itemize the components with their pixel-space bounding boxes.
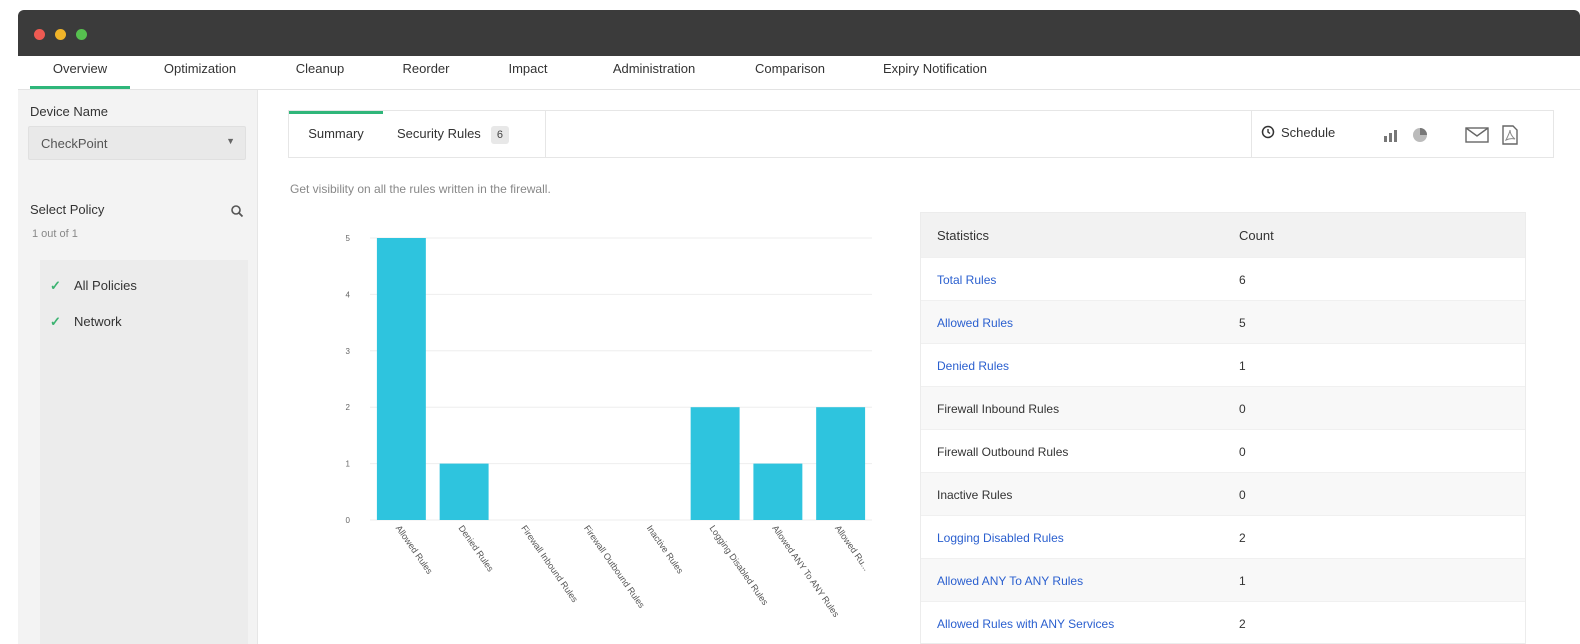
- policy-item-all-policies[interactable]: ✓ All Policies: [50, 278, 137, 298]
- y-tick-label: 4: [346, 290, 351, 299]
- schedule-button[interactable]: Schedule: [1261, 125, 1335, 145]
- statistic-count: 6: [1239, 273, 1246, 287]
- chevron-down-icon: ▼: [226, 136, 235, 146]
- table-row: Allowed Rules with ANY Services 2: [921, 601, 1525, 644]
- device-select-value: CheckPoint: [41, 136, 108, 151]
- maximize-window-button[interactable]: [76, 29, 87, 40]
- table-row: Total Rules 6: [921, 257, 1525, 300]
- rules-bar-chart: 0 1 2 3 4 5 Allowed Rules Denied Rules Firewall …: [346, 234, 872, 619]
- checkmark-icon[interactable]: ✓: [50, 314, 66, 330]
- policy-count: 1 out of 1: [32, 228, 78, 240]
- statistic-link[interactable]: Total Rules: [937, 273, 996, 287]
- statistic-count: 5: [1239, 316, 1246, 330]
- checkmark-icon[interactable]: ✓: [50, 278, 66, 294]
- statistic-link[interactable]: Denied Rules: [937, 359, 1009, 373]
- x-tick-label: Allowed ANY To ANY Rules: [770, 523, 841, 619]
- divider: [1251, 111, 1252, 157]
- rule-count-badge: 6: [490, 126, 509, 144]
- bar[interactable]: [376, 238, 426, 520]
- pie-chart-icon[interactable]: [1411, 125, 1429, 145]
- device-select[interactable]: CheckPoint ▼: [28, 126, 246, 160]
- statistic-link[interactable]: Allowed Rules with ANY Services: [937, 617, 1114, 631]
- x-tick-label: Denied Rules: [456, 523, 495, 573]
- nav-overview[interactable]: Overview: [30, 56, 130, 89]
- divider: [545, 111, 546, 157]
- table-row: Firewall Outbound Rules 0: [921, 429, 1525, 472]
- x-tick-label: Firewall Inbound Rules: [519, 523, 580, 604]
- app-window: Overview Optimization Cleanup Reorder Im…: [18, 10, 1580, 644]
- x-tick-label: Inactive Rules: [645, 523, 686, 575]
- schedule-label: Schedule: [1281, 125, 1336, 140]
- policy-item-network[interactable]: ✓ Network: [50, 314, 122, 334]
- statistic-label: Inactive Rules: [937, 488, 1013, 502]
- statistic-count: 0: [1239, 402, 1246, 416]
- y-tick-label: 0: [346, 516, 351, 525]
- statistic-label: Firewall Inbound Rules: [937, 402, 1060, 416]
- bar[interactable]: [753, 463, 803, 520]
- statistic-count: 0: [1239, 445, 1246, 459]
- statistics-table: Statistics Count Total Rules 6 Allowed Rul…: [920, 212, 1526, 644]
- minimize-window-button[interactable]: [55, 29, 66, 40]
- policy-list: ✓ All Policies ✓ Network: [40, 260, 248, 644]
- statistic-count: 2: [1239, 531, 1246, 545]
- nav-cleanup[interactable]: Cleanup: [280, 56, 360, 89]
- x-tick-label: Logging Disabled Rules: [707, 523, 770, 607]
- page-description: Get visibility on all the rules written …: [290, 182, 551, 196]
- policy-label: Network: [74, 314, 122, 329]
- statistic-count: 1: [1239, 574, 1246, 588]
- statistic-link[interactable]: Allowed ANY To ANY Rules: [937, 574, 1083, 588]
- y-tick-label: 2: [346, 403, 351, 412]
- table-row: Denied Rules 1: [921, 343, 1525, 386]
- device-name-label: Device Name: [30, 104, 109, 119]
- table-row: Inactive Rules 0: [921, 472, 1525, 515]
- top-nav: Overview Optimization Cleanup Reorder Im…: [18, 56, 1580, 90]
- pdf-export-icon[interactable]: [1501, 125, 1519, 145]
- nav-comparison[interactable]: Comparison: [740, 56, 840, 89]
- statistic-count: 0: [1239, 488, 1246, 502]
- main-content: Summary Security Rules 6 Schedule Get vi…: [288, 90, 1558, 644]
- statistic-link[interactable]: Allowed Rules: [937, 316, 1013, 330]
- statistic-label: Firewall Outbound Rules: [937, 445, 1069, 459]
- statistic-count: 1: [1239, 359, 1246, 373]
- bar-chart-icon[interactable]: [1383, 125, 1401, 145]
- bar[interactable]: [690, 407, 740, 520]
- bar[interactable]: [439, 463, 489, 520]
- y-tick-label: 5: [346, 234, 351, 243]
- nav-optimization[interactable]: Optimization: [150, 56, 250, 89]
- clock-icon: [1261, 125, 1275, 139]
- table-row: Firewall Inbound Rules 0: [921, 386, 1525, 429]
- statistic-count: 2: [1239, 617, 1246, 631]
- nav-impact[interactable]: Impact: [488, 56, 568, 89]
- tab-security-rules-label: Security Rules: [397, 126, 481, 141]
- sidebar: Device Name CheckPoint ▼ Select Policy 1…: [18, 90, 258, 644]
- statistic-link[interactable]: Logging Disabled Rules: [937, 531, 1064, 545]
- tab-security-rules[interactable]: Security Rules 6: [397, 111, 537, 157]
- close-window-button[interactable]: [34, 29, 45, 40]
- table-row: Allowed ANY To ANY Rules 1: [921, 558, 1525, 601]
- select-policy-label: Select Policy: [30, 202, 105, 217]
- bar[interactable]: [816, 407, 866, 520]
- table-row: Logging Disabled Rules 2: [921, 515, 1525, 558]
- tab-bar: Summary Security Rules 6 Schedule: [288, 110, 1554, 158]
- x-tick-label: Allowed Rules: [394, 523, 435, 576]
- y-tick-label: 1: [346, 460, 351, 469]
- count-column-header: Count: [1239, 228, 1274, 243]
- nav-administration[interactable]: Administration: [594, 56, 714, 89]
- tab-summary[interactable]: Summary: [289, 111, 383, 157]
- nav-reorder[interactable]: Reorder: [386, 56, 466, 89]
- policy-label: All Policies: [74, 278, 137, 293]
- email-icon[interactable]: [1465, 125, 1489, 145]
- statistics-header: Statistics Count: [921, 213, 1525, 257]
- window-titlebar: [18, 10, 1580, 56]
- table-row: Allowed Rules 5: [921, 300, 1525, 343]
- x-tick-label: Allowed Ru...: [833, 523, 872, 572]
- x-tick-label: Firewall Outbound Rules: [582, 523, 647, 610]
- y-tick-label: 3: [346, 347, 351, 356]
- nav-expiry-notification[interactable]: Expiry Notification: [870, 56, 1000, 89]
- search-icon[interactable]: [230, 204, 244, 218]
- statistics-column-header: Statistics: [937, 228, 990, 243]
